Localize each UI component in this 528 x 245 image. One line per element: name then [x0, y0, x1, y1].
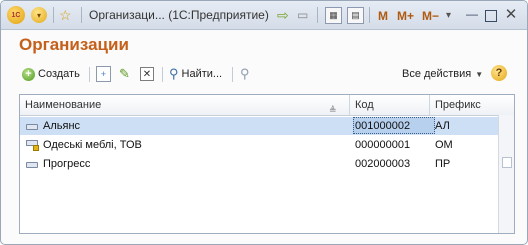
cell-code: 000000001: [355, 139, 411, 151]
delete-mark-icon: ✕: [140, 67, 154, 81]
table-row[interactable]: Прогресс 002000003 ПР: [20, 155, 498, 173]
app-logo-icon[interactable]: 1С: [7, 6, 25, 24]
help-button[interactable]: ?: [491, 65, 507, 81]
all-actions-label: Все действия: [402, 68, 472, 80]
vertical-scrollbar[interactable]: [498, 115, 514, 233]
memory-plus-button[interactable]: M+: [397, 7, 414, 25]
memory-minus-button[interactable]: M−: [422, 7, 439, 25]
minimize-icon[interactable]: —: [465, 7, 479, 21]
pencil-icon: ✎: [119, 66, 130, 81]
navigate-forward-icon[interactable]: ⇨: [277, 6, 289, 24]
panel-icon[interactable]: ▭: [297, 6, 308, 24]
cell-name: Альянс: [43, 120, 81, 132]
window-title: Организаци... (1С:Предприятие): [89, 8, 269, 22]
plus-icon: +: [22, 67, 35, 81]
organizations-table: Наименование ≜ Код Префикс Альянс 001000…: [19, 94, 515, 234]
create-button[interactable]: + Создать: [22, 63, 80, 85]
maximize-icon[interactable]: [485, 10, 497, 22]
titlebar-separator: [317, 7, 318, 23]
cell-prefix: АЛ: [435, 120, 450, 132]
page-title: Организации: [19, 35, 129, 54]
calculator-icon[interactable]: ▤: [347, 7, 364, 24]
cancel-search-icon: ⚲: [240, 66, 250, 81]
favorite-star-icon[interactable]: ☆: [59, 6, 72, 24]
cell-prefix: ОМ: [435, 139, 453, 151]
item-icon: [26, 162, 38, 168]
toolbar-separator: [162, 67, 163, 82]
dropdown-arrow-icon[interactable]: ▾: [446, 6, 451, 24]
titlebar-separator: [53, 7, 54, 23]
column-header-code[interactable]: Код: [350, 95, 430, 115]
toolbar: + Создать + ✎ ✕ ⚲ Найти... ⚲ Все действи…: [19, 63, 513, 87]
chevron-down-icon: ▼: [475, 69, 484, 79]
cell-name: Прогресс: [43, 158, 91, 170]
close-icon[interactable]: ✕: [504, 6, 518, 23]
delete-mark-button[interactable]: ✕: [140, 63, 154, 85]
table-row[interactable]: Альянс 001000002 АЛ: [20, 117, 498, 135]
item-badge-icon: [33, 145, 39, 151]
all-actions-button[interactable]: Все действия ▼: [402, 63, 483, 85]
column-header-prefix[interactable]: Префикс: [430, 95, 498, 115]
scrollbar-thumb[interactable]: [502, 157, 512, 168]
column-header-name[interactable]: Наименование ≜: [20, 95, 350, 115]
toolbar-separator: [232, 67, 233, 82]
create-button-label: Создать: [38, 68, 80, 80]
table-row[interactable]: Одеські меблі, ТОВ 000000001 ОМ: [20, 136, 498, 154]
column-header-label: Код: [355, 99, 374, 111]
memory-button[interactable]: M: [378, 7, 388, 25]
cell-code: 002000003: [355, 158, 411, 170]
toolbar-separator: [89, 67, 90, 82]
magnifier-icon: ⚲: [169, 66, 179, 81]
titlebar-separator: [81, 7, 82, 23]
find-button-label: Найти...: [181, 68, 223, 80]
calendar-icon[interactable]: ▦: [325, 7, 342, 24]
table-header: Наименование ≜ Код Префикс: [20, 95, 514, 116]
cancel-search-button[interactable]: ⚲: [240, 63, 250, 85]
item-icon: [26, 124, 38, 130]
cell-code: 001000002: [355, 120, 411, 132]
copy-document-icon: +: [96, 66, 111, 82]
cell-prefix: ПР: [435, 158, 451, 170]
cell-name: Одеські меблі, ТОВ: [43, 139, 142, 151]
title-bar: 1С ▾ ☆ Организаци... (1С:Предприятие) ⇨ …: [1, 1, 527, 30]
titlebar-separator: [369, 7, 370, 23]
menu-circle-icon[interactable]: ▾: [31, 7, 47, 23]
column-header-label: Префикс: [435, 99, 481, 111]
edit-button[interactable]: ✎: [119, 63, 130, 85]
find-button[interactable]: ⚲ Найти...: [169, 63, 222, 85]
main-window: 1С ▾ ☆ Организаци... (1С:Предприятие) ⇨ …: [0, 0, 528, 245]
column-header-label: Наименование: [25, 99, 102, 111]
copy-button[interactable]: +: [96, 63, 111, 85]
